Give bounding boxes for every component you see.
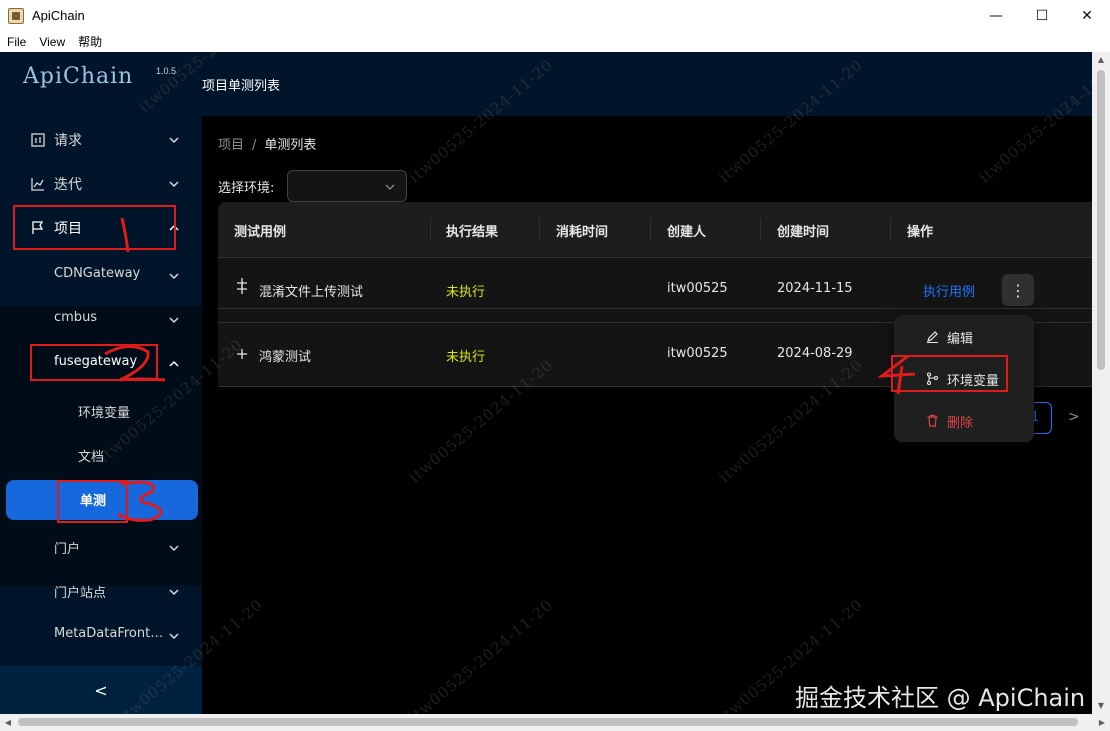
test-case-name: 鸿蒙测试 bbox=[259, 350, 312, 365]
breadcrumb-current: 单测列表 bbox=[264, 138, 317, 153]
breadcrumb-separator: / bbox=[252, 138, 257, 153]
chevron-down-icon bbox=[169, 273, 179, 280]
chevron-down-icon bbox=[169, 137, 179, 144]
test-case-name: 混淆文件上传测试 bbox=[259, 285, 364, 300]
chevron-down-icon bbox=[169, 181, 179, 188]
chevron-down-icon bbox=[169, 633, 179, 640]
annotation-box-unit-test bbox=[57, 480, 128, 523]
app-icon bbox=[8, 7, 24, 24]
chevron-down-icon bbox=[169, 317, 179, 324]
maximize-button[interactable]: ☐ bbox=[1019, 0, 1065, 31]
page-title: 项目单测列表 bbox=[202, 79, 281, 94]
horizontal-scrollbar[interactable]: ◀ ▶ bbox=[0, 714, 1110, 731]
sidebar-project-portal[interactable]: 门户 bbox=[0, 526, 202, 570]
window-title: ApiChain bbox=[32, 8, 85, 23]
column-header: 测试用例 bbox=[234, 225, 287, 240]
minimize-icon: — bbox=[989, 7, 1003, 24]
delete-icon bbox=[927, 414, 938, 427]
sidebar-item-label: cmbus bbox=[54, 310, 98, 325]
dropdown-item-edit[interactable]: 编辑 bbox=[898, 319, 1030, 353]
app-logo: ApiChain bbox=[23, 64, 134, 89]
sidebar: ApiChain 1.0.5 请求 迭代 项目 CDNGateway cmbus bbox=[0, 52, 202, 714]
menu-view[interactable]: View bbox=[39, 35, 65, 49]
annotation-box-env-vars bbox=[891, 355, 1008, 392]
column-divider bbox=[890, 218, 891, 240]
column-divider bbox=[430, 218, 431, 240]
annotation-box-fusegateway bbox=[30, 344, 158, 381]
column-header: 操作 bbox=[907, 225, 934, 240]
sidebar-item-iteration[interactable]: 迭代 bbox=[0, 162, 202, 206]
column-header: 创建人 bbox=[667, 225, 707, 240]
sidebar-item-label: 迭代 bbox=[54, 177, 82, 193]
table-row: 混淆文件上传测试 未执行 itw00525 2024-11-15 执行用例 ⋮ bbox=[218, 257, 1092, 322]
sidebar-item-label: CDNGateway bbox=[54, 266, 141, 281]
column-divider bbox=[760, 218, 761, 240]
sidebar-item-label: 门户 bbox=[54, 542, 81, 557]
menu-file[interactable]: File bbox=[7, 35, 26, 49]
breadcrumb: 项目 / 单测列表 bbox=[218, 134, 316, 153]
window-titlebar: ApiChain — ☐ ✕ bbox=[0, 0, 1110, 31]
chevron-left-icon: < bbox=[94, 680, 108, 700]
test-creator: itw00525 bbox=[667, 281, 728, 296]
dropdown-item-label: 删除 bbox=[947, 416, 974, 431]
sidebar-item-label: 请求 bbox=[54, 133, 82, 149]
pagination-next-icon[interactable]: > bbox=[1068, 409, 1080, 425]
column-divider bbox=[539, 218, 540, 240]
close-icon: ✕ bbox=[1081, 7, 1093, 24]
sidebar-project-cmbus[interactable]: cmbus bbox=[0, 298, 202, 342]
more-actions-button[interactable]: ⋮ bbox=[1002, 274, 1034, 306]
sidebar-item-label: 门户站点 bbox=[54, 586, 107, 601]
sidebar-item-request[interactable]: 请求 bbox=[0, 118, 202, 162]
minimize-button[interactable]: — bbox=[973, 0, 1019, 31]
env-select[interactable] bbox=[287, 170, 407, 202]
dropdown-item-label: 编辑 bbox=[947, 332, 974, 347]
test-created-time: 2024-08-29 bbox=[777, 346, 853, 361]
menu-help[interactable]: 帮助 bbox=[78, 33, 102, 50]
test-created-time: 2024-11-15 bbox=[777, 281, 853, 296]
column-header: 消耗时间 bbox=[556, 225, 609, 240]
vertical-scrollbar[interactable]: ▲ ▼ bbox=[1092, 52, 1110, 714]
dropdown-item-delete[interactable]: 删除 bbox=[898, 403, 1030, 437]
menubar: File View 帮助 bbox=[0, 31, 1110, 52]
run-test-case-link[interactable]: 执行用例 bbox=[923, 281, 975, 300]
column-header: 执行结果 bbox=[446, 225, 499, 240]
scroll-left-icon[interactable]: ◀ bbox=[0, 714, 16, 731]
expand-icon[interactable] bbox=[236, 283, 248, 295]
credit-watermark: 掘金技术社区 @ ApiChain bbox=[795, 684, 1086, 712]
env-select-label: 选择环境: bbox=[218, 181, 275, 196]
chevron-up-icon bbox=[169, 360, 179, 367]
sidebar-item-label: 环境变量 bbox=[78, 406, 131, 421]
more-vertical-icon: ⋮ bbox=[1010, 280, 1026, 300]
sidebar-project-portal-site[interactable]: 门户站点 bbox=[0, 570, 202, 614]
watermark: itw00525-2024-11-20 bbox=[405, 595, 557, 714]
scroll-up-icon[interactable]: ▲ bbox=[1092, 52, 1110, 68]
test-creator: itw00525 bbox=[667, 346, 728, 361]
table-header: 测试用例 执行结果 消耗时间 创建人 创建时间 操作 bbox=[218, 202, 1092, 257]
chevron-down-icon bbox=[169, 589, 179, 596]
test-result: 未执行 bbox=[446, 350, 486, 365]
edit-icon bbox=[927, 331, 938, 343]
page-header: 项目单测列表 bbox=[202, 52, 1092, 116]
sidebar-item-label: MetaDataFront… bbox=[54, 626, 164, 641]
sidebar-project-cdngateway[interactable]: CDNGateway bbox=[0, 254, 202, 298]
chevron-down-icon bbox=[169, 545, 179, 552]
chevron-down-icon bbox=[385, 184, 395, 190]
column-divider bbox=[650, 218, 651, 240]
horizontal-scroll-thumb[interactable] bbox=[18, 718, 1078, 726]
test-result: 未执行 bbox=[446, 285, 486, 300]
sidebar-project-metadatafront[interactable]: MetaDataFront… bbox=[0, 614, 202, 658]
annotation-box-project bbox=[13, 205, 176, 250]
maximize-icon: ☐ bbox=[1035, 7, 1049, 24]
column-header: 创建时间 bbox=[777, 225, 830, 240]
vertical-scroll-thumb[interactable] bbox=[1097, 70, 1105, 370]
bar-chart-icon bbox=[31, 133, 45, 147]
scroll-right-icon[interactable]: ▶ bbox=[1094, 714, 1110, 731]
breadcrumb-root[interactable]: 项目 bbox=[218, 138, 244, 153]
scroll-down-icon[interactable]: ▼ bbox=[1092, 698, 1110, 714]
line-chart-icon bbox=[31, 178, 44, 191]
close-window-button[interactable]: ✕ bbox=[1064, 0, 1110, 31]
